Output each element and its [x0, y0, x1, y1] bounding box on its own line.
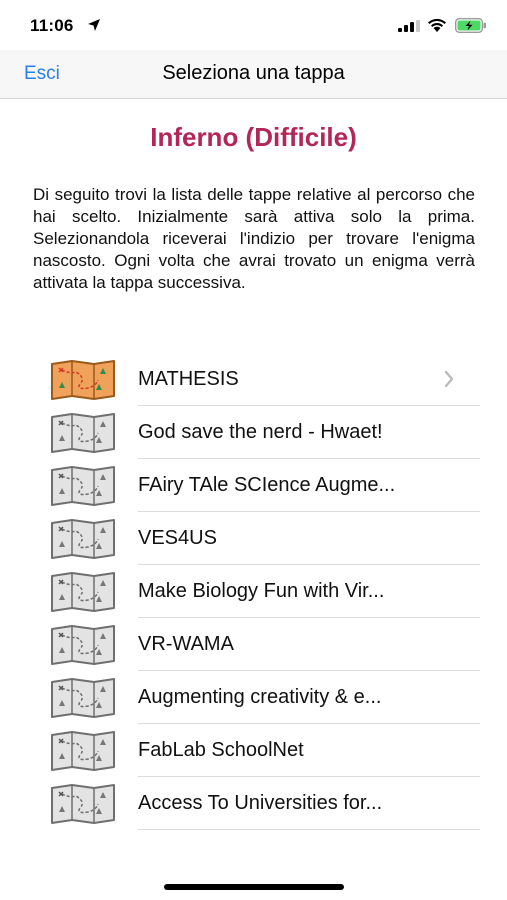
map-icon — [51, 678, 115, 718]
stage-row: FabLab SchoolNet — [0, 724, 507, 777]
stage-label: Augmenting creativity & e... — [138, 686, 382, 708]
map-icon — [51, 572, 115, 612]
stage-label: MATHESIS — [138, 368, 239, 390]
map-icon — [51, 413, 115, 453]
stage-label: FAiry TAle SCIence Augme... — [138, 474, 396, 496]
map-icon — [51, 731, 115, 771]
stage-row: VR-WAMA — [0, 618, 507, 671]
map-icon — [51, 625, 115, 665]
stage-row[interactable]: MATHESIS — [0, 353, 507, 406]
stage-row: VES4US — [0, 512, 507, 565]
map-icon — [51, 519, 115, 559]
stage-label: Make Biology Fun with Vir... — [138, 580, 385, 602]
stage-label: Access To Universities for... — [138, 792, 383, 814]
wifi-icon — [428, 18, 446, 32]
row-separator — [138, 829, 480, 830]
navigation-bar: Esci Seleziona una tappa — [0, 50, 507, 99]
chevron-right-icon — [444, 370, 454, 388]
signal-icon — [398, 20, 420, 32]
stage-label: FabLab SchoolNet — [138, 739, 304, 761]
description-text: Di seguito trovi la lista delle tappe re… — [33, 185, 475, 292]
stage-row: FAiry TAle SCIence Augme... — [0, 459, 507, 512]
map-icon — [51, 360, 115, 400]
stage-label: God save the nerd - Hwaet! — [138, 421, 383, 443]
stage-row: God save the nerd - Hwaet! — [0, 406, 507, 459]
nav-title: Seleziona una tappa — [162, 62, 345, 84]
map-icon — [51, 466, 115, 506]
stage-row: Access To Universities for... — [0, 777, 507, 830]
status-bar: 11:06 — [0, 0, 507, 50]
page-heading: Inferno (Difficile) — [150, 122, 357, 152]
stage-row: Make Biology Fun with Vir... — [0, 565, 507, 618]
battery-charging-icon — [455, 18, 486, 33]
stage-label: VES4US — [138, 527, 217, 549]
stage-list: MATHESIS God save the nerd - Hwaet! FAiry … — [0, 353, 507, 830]
home-indicator[interactable] — [164, 884, 344, 890]
stage-label: VR-WAMA — [138, 633, 234, 655]
status-time: 11:06 — [30, 16, 74, 35]
location-arrow-icon — [88, 19, 100, 31]
stage-row: Augmenting creativity & e... — [0, 671, 507, 724]
map-icon — [51, 784, 115, 824]
